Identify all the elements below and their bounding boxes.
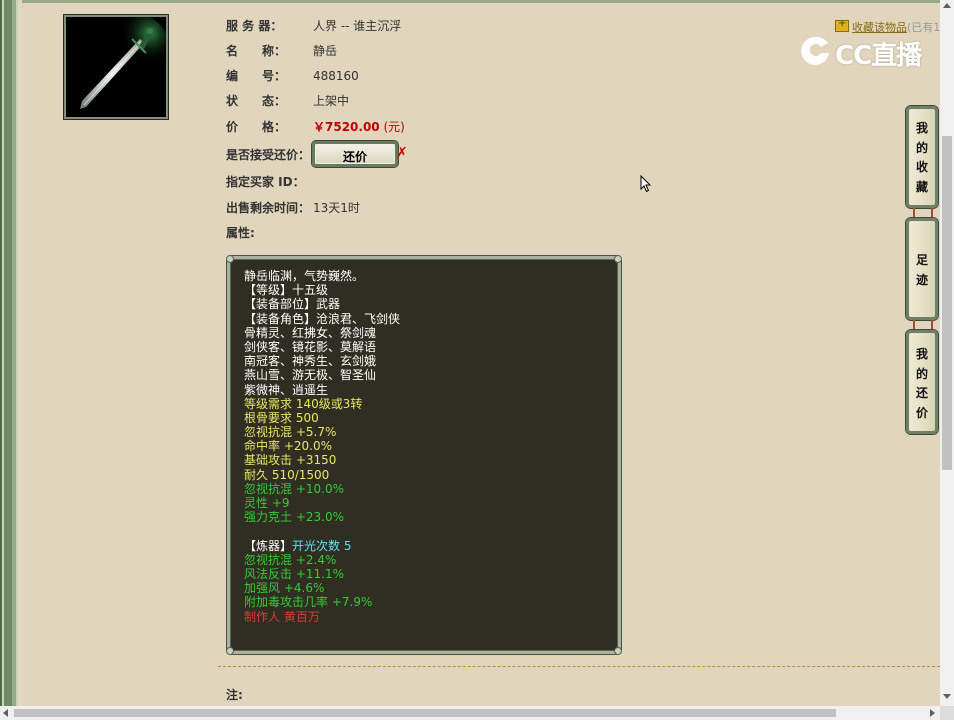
box-corner-rivet (614, 647, 622, 655)
price-unit: (元) (383, 120, 405, 134)
watermark-text: CC直播 (835, 41, 922, 71)
side-tab-favorites-label: 我的收藏 (915, 121, 928, 194)
mouse-cursor-icon (640, 175, 652, 193)
haggle-label: 是否接受还价： (226, 148, 311, 162)
scroll-up-arrow-icon[interactable] (943, 3, 951, 8)
section-divider (218, 666, 940, 667)
attribute-line (244, 524, 618, 538)
name-label: 名 称： (226, 44, 287, 58)
side-tab-footprint-label: 足迹 (915, 253, 928, 287)
server-value: 人界 -- 谁主沉浮 (313, 19, 402, 33)
haggle-button[interactable]: 还价 (312, 141, 398, 167)
haggle-close-icon[interactable]: ✗ (396, 145, 408, 161)
cc-live-watermark: CC直播 (797, 33, 927, 71)
attribute-line: 静岳临渊，气势巍然。 (244, 269, 365, 283)
attribute-line: 紫微神、逍遥生 (244, 382, 329, 397)
attribute-box: 静岳临渊，气势巍然。 【等级】十五级 【装备部位】武器 【装备角色】沧浪君、飞剑侠 骨… (226, 255, 622, 655)
attribute-line: 骨精灵、红拂女、祭剑魂 (244, 325, 377, 340)
scrollbar-corner (940, 706, 954, 720)
box-corner-rivet (614, 255, 622, 263)
attribute-line: 基础攻击 +3150 (244, 453, 337, 468)
attr-label: 属性: (226, 226, 255, 240)
side-tab-connector (913, 208, 933, 218)
attribute-line: 剑侠客、镜花影、莫解语 (244, 339, 377, 354)
attribute-segment: 开光次数 5 (292, 538, 352, 553)
vertical-scroll-thumb[interactable] (942, 136, 952, 470)
buyer-label: 指定买家 ID： (226, 175, 305, 189)
attribute-line: 风法反击 +11.1% (244, 566, 344, 581)
attribute-line: 命中率 +20.0% (244, 439, 332, 454)
price-value: ￥7520.00 (313, 120, 380, 134)
side-tab-footprint[interactable]: 足迹 (906, 218, 938, 320)
attribute-line: 【等级】十五级 (244, 283, 329, 298)
remaining-value: 13天1时 (313, 201, 360, 215)
attribute-line: 忽视抗混 +10.0% (244, 481, 344, 496)
scroll-right-arrow-icon[interactable] (930, 709, 935, 717)
remaining-label: 出售剩余时间： (226, 201, 311, 215)
status-value: 上架中 (313, 94, 350, 108)
scroll-down-arrow-icon[interactable] (943, 694, 951, 699)
horizontal-scrollbar[interactable] (0, 706, 940, 720)
note-label: 注: (226, 688, 243, 702)
scroll-left-arrow-icon[interactable] (3, 709, 8, 717)
id-value: 488160 (313, 69, 359, 83)
price-label: 价 格： (226, 120, 287, 134)
attribute-line: 灵性 +9 (244, 496, 290, 510)
attribute-line: 制作人 黄百万 (244, 609, 320, 624)
attribute-line: 强力克土 +23.0% (244, 510, 344, 525)
attribute-line: 耐久 510/1500 (244, 467, 330, 482)
box-corner-rivet (226, 647, 234, 655)
attribute-line: 等级需求 140级或3转 (244, 396, 363, 411)
left-frame-border (0, 0, 22, 706)
price-value-group: ￥7520.00 (元) (313, 118, 405, 136)
side-tab-my-offers[interactable]: 我的还价 (906, 330, 938, 434)
server-label: 服 务 器： (226, 19, 283, 33)
attribute-segment: 【炼器】 (244, 538, 293, 553)
id-label: 编 号： (226, 69, 287, 83)
vertical-scrollbar[interactable] (940, 0, 954, 706)
attribute-line: 忽视抗混 +5.7% (244, 425, 337, 440)
attribute-line: 【炼器】开光次数 5 (244, 539, 618, 553)
side-tab-my-offers-label: 我的还价 (915, 347, 928, 420)
favorite-add-icon (835, 18, 849, 32)
attribute-line: 忽视抗混 +2.4% (244, 552, 337, 567)
name-value: 静岳 (313, 44, 338, 58)
attribute-line: 【装备角色】沧浪君、飞剑侠 (244, 311, 401, 326)
attribute-line: 加强风 +4.6% (244, 581, 325, 596)
attribute-line: 南冠客、神秀生、玄剑娥 (244, 354, 377, 369)
sword-icon (66, 17, 166, 117)
side-tab-connector (913, 320, 933, 330)
attribute-line: 根骨要求 500 (244, 410, 319, 425)
item-image-sword (64, 15, 168, 119)
cc-logo-icon (801, 36, 829, 65)
side-tab-favorites[interactable]: 我的收藏 (906, 106, 938, 208)
attribute-list: 静岳临渊，气势巍然。 【等级】十五级 【装备部位】武器 【装备角色】沧浪君、飞剑侠 骨… (244, 269, 618, 624)
status-label: 状 态： (226, 94, 287, 108)
attribute-line: 附加毒攻击几率 +7.9% (244, 595, 373, 610)
box-corner-rivet (226, 255, 234, 263)
attribute-line: 【装备部位】武器 (244, 297, 341, 312)
attribute-line: 燕山雪、游无极、智圣仙 (244, 368, 377, 383)
horizontal-scroll-thumb[interactable] (14, 709, 836, 717)
